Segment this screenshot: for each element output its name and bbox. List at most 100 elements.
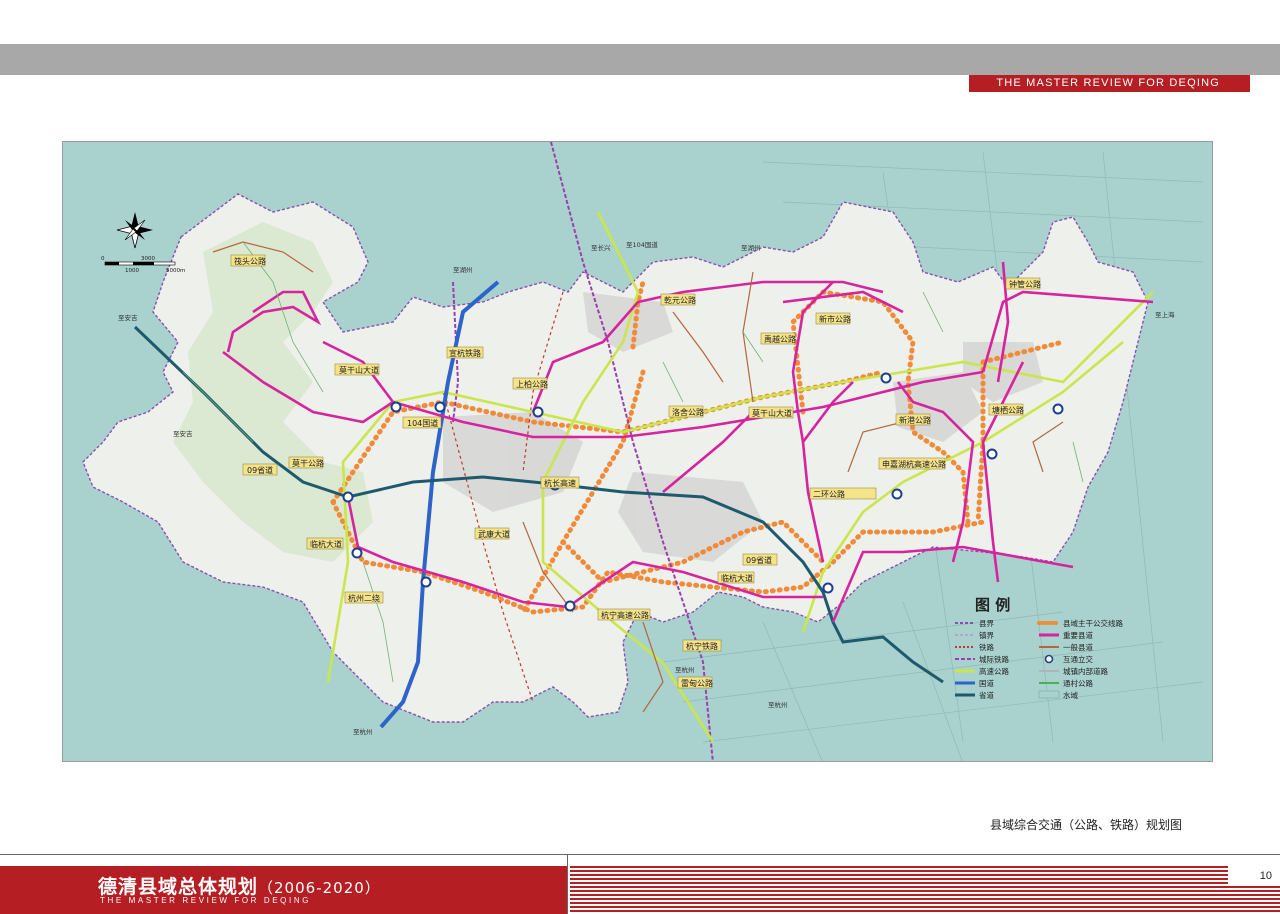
svg-text:乾元公路: 乾元公路 xyxy=(664,295,696,305)
place-label: 至安吉 xyxy=(173,429,193,438)
footer-stripes xyxy=(570,866,1280,914)
road-label: 临杭大道 xyxy=(306,537,344,550)
svg-text:莫干山大道: 莫干山大道 xyxy=(339,365,379,375)
interchange xyxy=(532,406,544,418)
svg-text:洛舍公路: 洛舍公路 xyxy=(672,407,704,417)
svg-text:雷甸公路: 雷甸公路 xyxy=(681,678,713,688)
place-label: 至湖州 xyxy=(741,243,761,252)
road-label: 筏头公路 xyxy=(230,254,266,267)
svg-text:3000: 3000 xyxy=(141,256,155,262)
place-label: 至长兴 xyxy=(591,243,611,252)
interchange xyxy=(434,401,446,413)
road-label: 乾元公路 xyxy=(660,293,696,306)
svg-text:申嘉湖杭高速公路: 申嘉湖杭高速公路 xyxy=(882,459,946,469)
svg-text:二环公路: 二环公路 xyxy=(813,489,845,499)
road-label: 申嘉湖杭高速公路 xyxy=(878,457,946,470)
svg-text:杭宁高速公路: 杭宁高速公路 xyxy=(601,610,649,620)
map-svg: 莫干山大道 104国道 宣杭铁路 09省道 临杭大道 杭州二绕 杭宁高速公路 杭… xyxy=(63,142,1212,761)
road-label: 09省道 xyxy=(742,553,778,566)
interchange xyxy=(420,576,432,588)
transport-map: 莫干山大道 104国道 宣杭铁路 09省道 临杭大道 杭州二绕 杭宁高速公路 杭… xyxy=(62,141,1213,762)
svg-text:县界: 县界 xyxy=(979,619,994,628)
place-label: 至湖州 xyxy=(453,265,473,274)
svg-text:新市公路: 新市公路 xyxy=(819,314,851,324)
road-label: 禹越公路 xyxy=(760,332,796,345)
road-label: 莫干山大道 xyxy=(334,363,380,376)
interchange xyxy=(822,582,834,594)
svg-text:0: 0 xyxy=(101,256,105,262)
place-label: 至安吉 xyxy=(118,313,138,322)
road-label: 宣杭铁路 xyxy=(446,346,484,359)
footer-rule xyxy=(0,854,1280,855)
svg-text:09省道: 09省道 xyxy=(247,465,273,475)
svg-text:互通立交: 互通立交 xyxy=(1063,654,1093,664)
svg-text:重要县道: 重要县道 xyxy=(1063,630,1093,640)
road-label: 09省道 xyxy=(242,463,278,476)
top-gray-band xyxy=(0,44,1280,75)
svg-text:莫干公路: 莫干公路 xyxy=(292,458,324,468)
svg-text:塘栖公路: 塘栖公路 xyxy=(992,405,1024,415)
interchange xyxy=(1052,403,1064,415)
interchange xyxy=(390,401,402,413)
legend-title: 图 例 xyxy=(975,596,1010,614)
page-number: 10 xyxy=(1228,866,1280,886)
svg-text:上柏公路: 上柏公路 xyxy=(516,379,548,389)
header-banner: THE MASTER REVIEW FOR DEQING xyxy=(969,75,1250,92)
road-label: 上柏公路 xyxy=(512,377,548,390)
svg-text:杭宁铁路: 杭宁铁路 xyxy=(686,641,718,651)
svg-text:5000m: 5000m xyxy=(166,268,185,274)
footer-years: （2006-2020） xyxy=(258,879,381,897)
footer-title-text: 德清县域总体规划 xyxy=(98,876,259,898)
road-label: 104国道 xyxy=(402,416,442,429)
svg-text:临杭大道: 临杭大道 xyxy=(310,539,342,549)
svg-text:筏头公路: 筏头公路 xyxy=(234,256,266,266)
interchange xyxy=(351,547,363,559)
road-label: 武康大道 xyxy=(474,527,510,540)
svg-text:钟管公路: 钟管公路 xyxy=(1009,279,1041,289)
interchange xyxy=(986,448,998,460)
map-caption: 县域综合交通（公路、铁路）规划图 xyxy=(990,818,1183,832)
svg-text:禹越公路: 禹越公路 xyxy=(764,334,796,344)
road-label: 临杭大道 xyxy=(717,571,755,584)
footer-title: 德清县域总体规划（2006-2020） xyxy=(98,872,381,899)
interchange xyxy=(891,488,903,500)
svg-text:镇界: 镇界 xyxy=(979,630,994,640)
road-label: 钟管公路 xyxy=(1005,277,1041,290)
road-label: 雷甸公路 xyxy=(677,676,713,689)
road-label: 塘栖公路 xyxy=(988,403,1024,416)
interchange xyxy=(880,372,892,384)
svg-text:1000: 1000 xyxy=(125,268,139,274)
svg-text:高速公路: 高速公路 xyxy=(979,666,1009,676)
road-label: 杭宁高速公路 xyxy=(597,608,651,621)
road-label: 新港公路 xyxy=(895,413,931,426)
place-label: 至104国道 xyxy=(626,240,658,249)
place-label: 至杭州 xyxy=(675,665,695,674)
road-label: 洛舍公路 xyxy=(668,405,704,418)
svg-text:水域: 水域 xyxy=(1063,690,1079,700)
svg-text:城镇内部道路: 城镇内部道路 xyxy=(1063,666,1108,676)
footer-subtitle: THE MASTER REVIEW FOR DEQING xyxy=(100,896,312,905)
svg-text:09省道: 09省道 xyxy=(746,555,772,565)
svg-text:杭州二绕: 杭州二绕 xyxy=(348,593,380,603)
road-label: 二环公路 xyxy=(809,487,877,500)
svg-text:铁路: 铁路 xyxy=(979,642,994,652)
svg-text:莫干山大道: 莫干山大道 xyxy=(752,408,792,418)
svg-text:104国道: 104国道 xyxy=(407,418,438,428)
svg-text:一般县道: 一般县道 xyxy=(1063,642,1093,652)
footer-divider xyxy=(567,855,568,914)
svg-text:临杭大道: 临杭大道 xyxy=(721,573,753,583)
place-label: 至上海 xyxy=(1155,310,1175,319)
svg-text:杭长高速: 杭长高速 xyxy=(544,478,576,488)
svg-text:武康大道: 武康大道 xyxy=(478,529,510,539)
place-label: 至杭州 xyxy=(353,727,373,736)
road-label: 杭长高速 xyxy=(540,476,580,489)
svg-text:城际铁路: 城际铁路 xyxy=(979,654,1009,664)
road-label: 新市公路 xyxy=(815,312,851,325)
svg-text:国道: 国道 xyxy=(979,678,994,688)
svg-text:通村公路: 通村公路 xyxy=(1063,678,1093,688)
svg-text:县域主干公交线路: 县域主干公交线路 xyxy=(1063,618,1123,628)
interchange xyxy=(564,600,576,612)
road-label: 莫干公路 xyxy=(288,456,324,469)
interchange xyxy=(342,491,354,503)
road-label: 杭州二绕 xyxy=(344,591,384,604)
